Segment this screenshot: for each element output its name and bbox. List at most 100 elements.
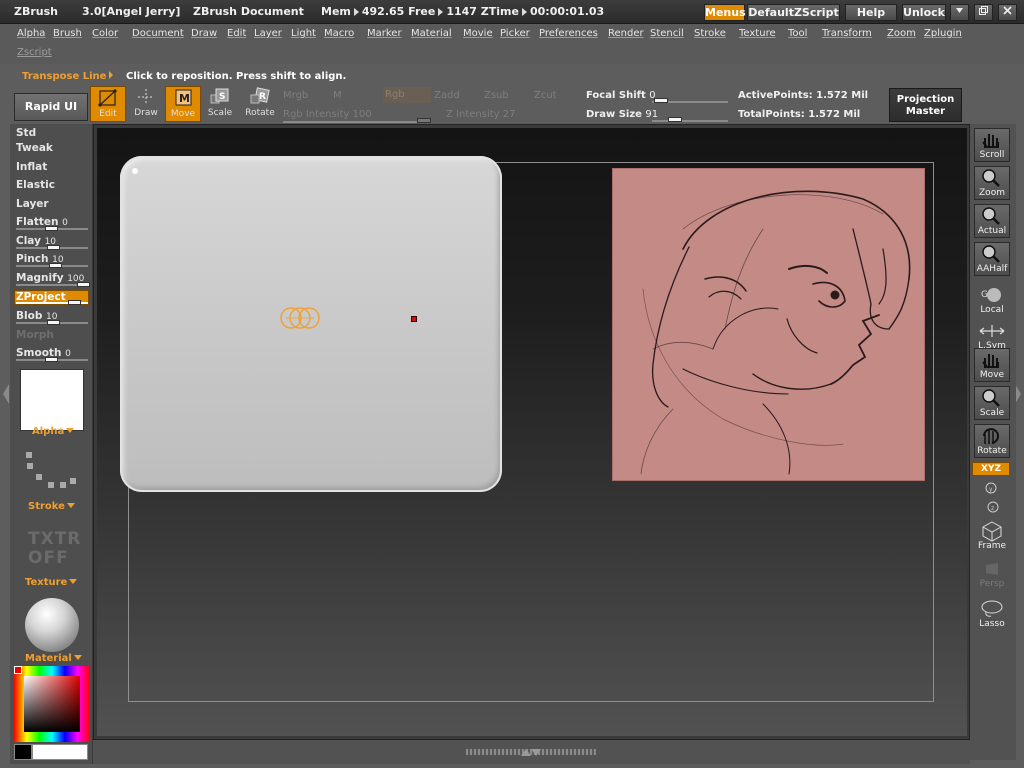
bottom-tray-arrow-icon[interactable] — [520, 747, 542, 757]
scroll-button[interactable]: Scroll — [974, 128, 1010, 162]
edit-button[interactable]: Edit — [90, 86, 126, 122]
unlock-button[interactable]: Unlock — [902, 4, 946, 21]
menu-layer[interactable]: Layer — [254, 28, 282, 39]
z-intensity-slider[interactable]: Z Intensity 27 — [446, 109, 515, 120]
clay-knob[interactable] — [47, 245, 60, 250]
default-zscript-button[interactable]: DefaultZScript — [747, 4, 840, 21]
brush-smooth[interactable]: Smooth 0 — [16, 347, 71, 359]
menu-tool[interactable]: Tool — [788, 28, 807, 39]
smooth-knob[interactable] — [45, 357, 58, 362]
menu-transform[interactable]: Transform — [822, 28, 872, 39]
stroke-selector[interactable]: Stroke — [28, 501, 75, 512]
zoom-button[interactable]: Zoom — [974, 166, 1010, 200]
axis-rotation-icons[interactable]: y z — [982, 480, 1004, 516]
brush-inflat[interactable]: Inflat — [16, 161, 47, 173]
zcut-button[interactable]: Zcut — [534, 90, 557, 101]
transpose-line-icon[interactable] — [278, 304, 324, 332]
texture-off-thumbnail[interactable]: TXTR OFF — [28, 530, 81, 568]
alpha-selector[interactable]: Alpha — [32, 426, 75, 437]
menus-button[interactable]: Menus — [704, 4, 746, 21]
menu-zoom[interactable]: Zoom — [887, 28, 916, 39]
magnify-knob[interactable] — [77, 282, 90, 287]
move-view-button[interactable]: Move — [974, 348, 1010, 382]
menu-movie[interactable]: Movie — [463, 28, 493, 39]
draw-size-slider[interactable] — [652, 117, 728, 122]
brush-elastic[interactable]: Elastic — [16, 179, 55, 191]
transpose-mode-label[interactable]: Transpose Line — [22, 71, 114, 82]
m-button[interactable]: M — [333, 90, 342, 101]
close-button[interactable] — [998, 4, 1017, 21]
stroke-dots-icon[interactable] — [22, 450, 82, 492]
rgb-button[interactable]: Rgb — [383, 87, 431, 103]
menu-brush[interactable]: Brush — [53, 28, 82, 39]
menu-color[interactable]: Color — [92, 28, 118, 39]
projection-master-button[interactable]: Projection Master — [889, 88, 962, 122]
aahalf-button[interactable]: AAHalf — [974, 242, 1010, 276]
zproject-knob[interactable] — [68, 300, 81, 305]
transpose-endpoint-marker[interactable] — [411, 316, 417, 322]
restore-button[interactable] — [974, 4, 993, 21]
local-button[interactable]: G Local — [974, 284, 1010, 318]
lasso-button[interactable]: Lasso — [974, 598, 1010, 632]
actual-button[interactable]: Actual — [974, 204, 1010, 238]
left-tray-arrow-icon[interactable] — [2, 382, 10, 406]
material-sphere[interactable] — [25, 598, 79, 652]
secondary-color-swatch[interactable] — [32, 744, 88, 760]
picker-hue-marker[interactable] — [14, 666, 22, 674]
magnify-slider[interactable] — [16, 282, 90, 287]
rgb-intensity-slider[interactable]: Rgb Intensity 100 — [283, 109, 372, 120]
menu-light[interactable]: Light — [291, 28, 316, 39]
brush-tweak[interactable]: Tweak — [16, 142, 53, 154]
menu-zscript[interactable]: Zscript — [17, 47, 52, 58]
menu-edit[interactable]: Edit — [227, 28, 246, 39]
brush-morph[interactable]: Morph — [16, 329, 54, 341]
move-button[interactable]: M Move — [165, 86, 201, 122]
draw-size-label[interactable]: Draw Size 91 — [586, 109, 658, 120]
texture-selector[interactable]: Texture — [25, 577, 78, 588]
zproject-slider[interactable] — [16, 300, 88, 305]
material-selector[interactable]: Material — [25, 653, 82, 664]
frame-button[interactable]: Frame — [974, 520, 1010, 554]
zsub-button[interactable]: Zsub — [484, 90, 509, 101]
flatten-knob[interactable] — [45, 226, 58, 231]
color-picker[interactable] — [14, 666, 90, 742]
alpha-thumbnail[interactable] — [20, 369, 84, 431]
rgb-intensity-knob[interactable] — [417, 118, 431, 123]
menu-texture[interactable]: Texture — [739, 28, 776, 39]
focal-shift-label[interactable]: Focal Shift 0 — [586, 90, 656, 101]
brush-magnify[interactable]: Magnify 100 — [16, 272, 84, 284]
main-color-swatch[interactable] — [14, 744, 32, 760]
pinch-knob[interactable] — [49, 263, 62, 268]
rotate-button[interactable]: R Rotate — [242, 86, 278, 122]
menu-picker[interactable]: Picker — [500, 28, 530, 39]
clay-slider[interactable] — [16, 245, 88, 250]
focal-shift-knob[interactable] — [654, 98, 668, 103]
xyz-rotation-toggle[interactable]: XYZ — [972, 462, 1010, 476]
menu-render[interactable]: Render — [608, 28, 644, 39]
rotate-view-button[interactable]: Rotate — [974, 424, 1010, 458]
rgb-intensity-track[interactable] — [283, 118, 431, 123]
scale-button[interactable]: S Scale — [202, 86, 238, 122]
menu-preferences[interactable]: Preferences — [539, 28, 598, 39]
menu-marker[interactable]: Marker — [367, 28, 402, 39]
help-button[interactable]: Help — [845, 4, 897, 21]
color-picker-square[interactable] — [24, 676, 80, 732]
blob-slider[interactable] — [16, 320, 88, 325]
menu-alpha[interactable]: Alpha — [17, 28, 45, 39]
minimize-button[interactable] — [950, 4, 969, 21]
persp-button[interactable]: Persp — [974, 558, 1010, 592]
rapid-ui-button[interactable]: Rapid UI — [14, 93, 88, 121]
draw-button[interactable]: Draw — [128, 86, 164, 122]
focal-shift-slider[interactable] — [652, 98, 728, 103]
brush-layer[interactable]: Layer — [16, 198, 49, 210]
menu-zplugin[interactable]: Zplugin — [924, 28, 962, 39]
scale-view-button[interactable]: Scale — [974, 386, 1010, 420]
blob-knob[interactable] — [47, 320, 60, 325]
menu-draw[interactable]: Draw — [191, 28, 217, 39]
menu-material[interactable]: Material — [411, 28, 452, 39]
flatten-slider[interactable] — [16, 226, 88, 231]
menu-macro[interactable]: Macro — [324, 28, 354, 39]
brush-std[interactable]: Std — [16, 127, 36, 139]
menu-document[interactable]: Document — [132, 28, 184, 39]
draw-size-knob[interactable] — [668, 117, 682, 122]
